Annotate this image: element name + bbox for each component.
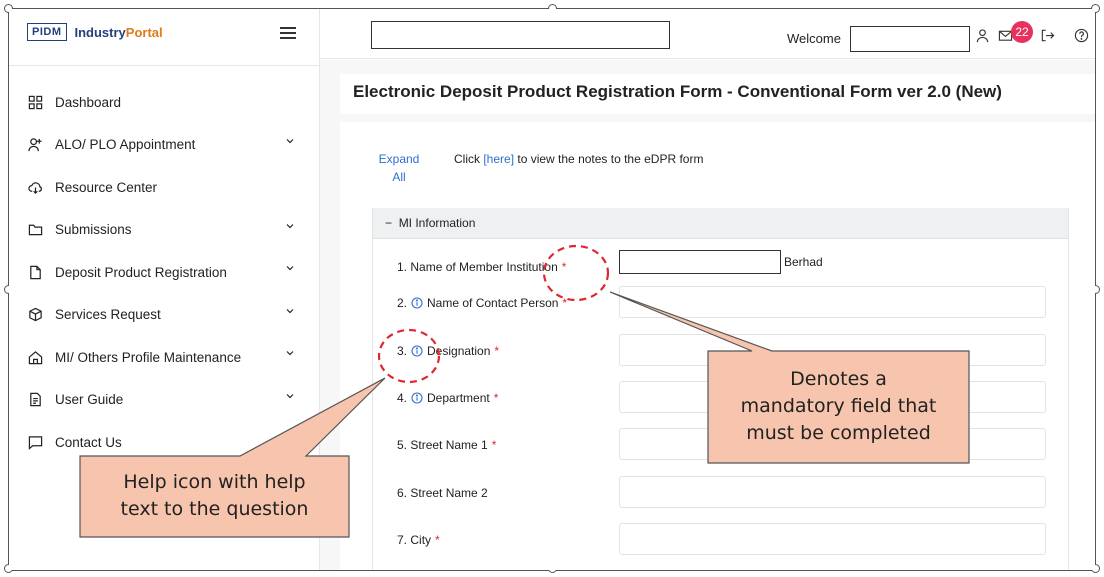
question-label: 4. Department *: [397, 391, 499, 405]
notes-text: Click [here] to view the notes to the eD…: [454, 152, 704, 166]
pidm-logo: PIDM: [27, 23, 67, 41]
box-icon: [29, 307, 42, 322]
sidebar-item-label: ALO/ PLO Appointment: [55, 137, 196, 153]
sidebar-item-label: User Guide: [55, 392, 124, 408]
chevron-down-icon[interactable]: [285, 263, 295, 273]
required-marker: *: [561, 260, 567, 274]
welcome-user-field[interactable]: [850, 26, 970, 52]
help-callout-text: Help icon with help text to the question: [120, 471, 309, 520]
sidebar-item-user-guide[interactable]: User Guide: [9, 379, 320, 422]
file-icon: [30, 265, 41, 279]
document-icon: [30, 393, 41, 407]
sidebar-item-contact-us[interactable]: Contact Us: [9, 421, 320, 464]
sidebar-item-label: Submissions: [55, 222, 132, 238]
question-label: 6. Street Name 2: [397, 486, 488, 500]
page-title: Electronic Deposit Product Registration …: [340, 74, 1095, 114]
top-bar: Welcome 22: [320, 9, 1095, 59]
expand-all-link[interactable]: Expand All: [378, 150, 420, 186]
main-content: Electronic Deposit Product Registration …: [320, 60, 1095, 570]
info-icon[interactable]: [411, 392, 423, 404]
chevron-down-icon[interactable]: [285, 136, 295, 146]
folder-icon: [28, 224, 43, 236]
form-card: Expand All Click [here] to view the notes…: [340, 122, 1095, 570]
required-marker: *: [493, 391, 499, 405]
required-marker: *: [491, 438, 497, 452]
sidebar-item-label: Resource Center: [55, 179, 158, 195]
sidebar-item-resource-center[interactable]: Resource Center: [9, 166, 320, 209]
dashboard-icon: [28, 95, 43, 109]
notes-here-link[interactable]: [here]: [483, 152, 514, 166]
city-input[interactable]: [619, 523, 1046, 555]
chevron-down-icon[interactable]: [285, 221, 295, 231]
section-header[interactable]: − MI Information: [373, 208, 1068, 239]
sidebar-item-label: Services Request: [55, 307, 161, 323]
sidebar-item-label: Contact Us: [55, 434, 122, 450]
question-label: 1. Name of Member Institution *: [397, 260, 567, 274]
required-marker: *: [435, 533, 440, 547]
member-institution-input[interactable]: [619, 250, 781, 274]
brand-logo[interactable]: PIDM IndustryPortal: [27, 23, 163, 41]
sidebar-item-label: Dashboard: [55, 94, 122, 110]
sidebar-item-dashboard[interactable]: Dashboard: [9, 81, 320, 124]
sidebar-item-alo-plo-appointment[interactable]: ALO/ PLO Appointment: [9, 124, 320, 167]
welcome-label: Welcome: [787, 31, 841, 46]
question-label: 7. City *: [397, 533, 440, 547]
message-icon: [28, 436, 43, 450]
cloud-download-icon: [28, 182, 42, 194]
notification-badge[interactable]: 22: [1011, 21, 1033, 43]
chevron-down-icon[interactable]: [285, 391, 295, 401]
sidebar-item-label: MI/ Others Profile Maintenance: [55, 349, 242, 365]
info-icon[interactable]: [411, 345, 423, 357]
help-circle-icon[interactable]: [1074, 28, 1089, 43]
street-name-2-input[interactable]: [619, 476, 1046, 508]
mandatory-callout-text: Denotes a mandatory field that must be c…: [740, 368, 937, 444]
chevron-down-icon[interactable]: [285, 348, 295, 358]
user-icon[interactable]: [975, 28, 990, 43]
sidebar-nav: Dashboard ALO/ PLO Appointment Resource …: [9, 81, 320, 464]
search-input[interactable]: [371, 21, 670, 49]
info-icon[interactable]: [411, 297, 423, 309]
user-add-icon: [28, 138, 42, 152]
brand-name: IndustryPortal: [74, 24, 163, 40]
question-label: 2. Name of Contact Person *: [397, 296, 568, 310]
collapse-icon[interactable]: −: [385, 216, 392, 230]
question-label: 5. Street Name 1 *: [397, 438, 497, 452]
sidebar-item-label: Deposit Product Registration: [55, 264, 227, 280]
sidebar-divider: [9, 65, 320, 66]
sidebar-item-deposit-product-registration[interactable]: Deposit Product Registration: [9, 251, 320, 294]
required-marker: *: [562, 296, 568, 310]
contact-person-input[interactable]: [619, 286, 1046, 318]
required-marker: *: [494, 344, 500, 358]
designation-input[interactable]: [619, 334, 1046, 366]
question-label: 3. Designation *: [397, 344, 500, 358]
sidebar-item-mi-others-profile-maintenance[interactable]: MI/ Others Profile Maintenance: [9, 336, 320, 379]
berhad-suffix: Berhad: [784, 255, 823, 269]
hamburger-menu-icon[interactable]: [280, 27, 296, 39]
home-icon: [28, 350, 43, 364]
sidebar-item-services-request[interactable]: Services Request: [9, 294, 320, 337]
section-title: MI Information: [398, 216, 476, 230]
chevron-down-icon[interactable]: [285, 306, 295, 316]
logout-icon[interactable]: [1040, 28, 1055, 43]
sidebar-item-submissions[interactable]: Submissions: [9, 209, 320, 252]
